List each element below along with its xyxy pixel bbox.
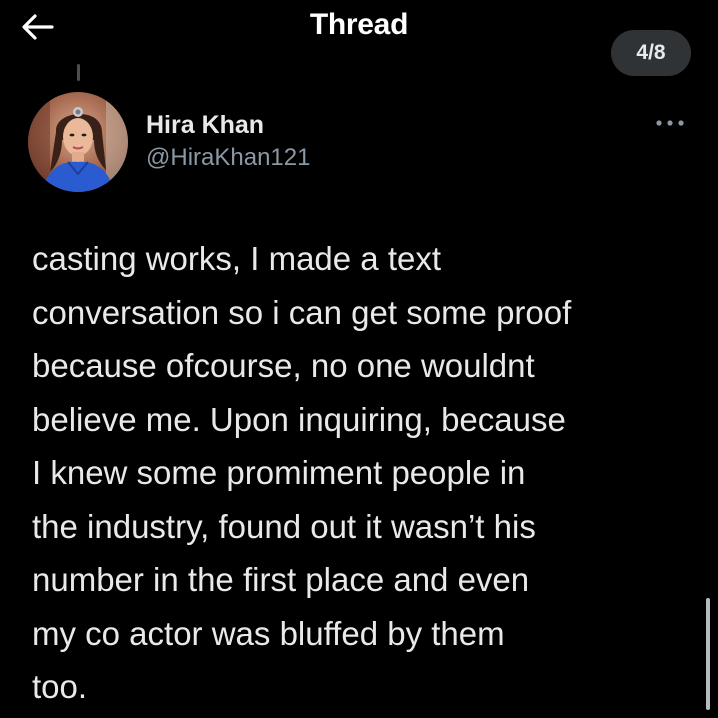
thread-position-badge[interactable]: 4/8: [611, 30, 691, 76]
tweet-text-line: the industry, found out it wasn’t his: [32, 507, 536, 545]
tweet-text-line: my co actor was bluffed by them: [32, 614, 505, 652]
author-display-name[interactable]: Hira Khan: [146, 111, 264, 140]
more-horizontal-icon: [656, 120, 684, 126]
profile-photo: [28, 92, 128, 192]
page-title: Thread: [309, 8, 409, 41]
thread-connector-line: [77, 64, 80, 81]
avatar[interactable]: [28, 92, 128, 192]
scrollbar-thumb[interactable]: [706, 598, 710, 710]
tweet-text-line: believe me. Upon inquiring, because: [32, 400, 566, 438]
author-handle[interactable]: @HiraKhan121: [146, 144, 310, 172]
tweet-text-line: conversation so i can get some proof: [32, 293, 572, 331]
tweet-text-line: too.: [32, 668, 88, 705]
tweet-body: casting works, I made a text conversatio…: [32, 232, 702, 714]
tweet-text-line: casting works, I made a text: [32, 240, 442, 277]
tweet-text-line: number in the first place and even: [32, 561, 530, 598]
tweet-text-line: I knew some promiment people in: [32, 454, 526, 491]
thread-screen: Thread 4/8 Hira Khan @HiraKhan121 castin…: [0, 0, 718, 718]
more-options-button[interactable]: [652, 112, 688, 134]
tweet-text-line: because ofcourse, no one wouldnt: [32, 347, 535, 384]
